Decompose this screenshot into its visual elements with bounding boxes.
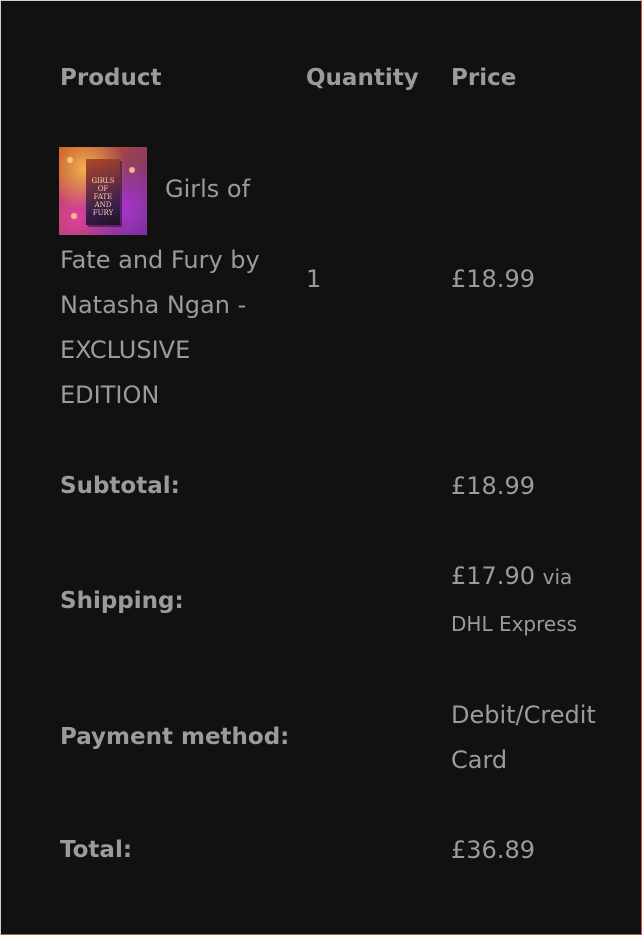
product-name-line: EXCLUSIVE <box>60 336 191 364</box>
product-thumbnail[interactable]: GIRLS OF FATE AND FURY <box>59 147 147 235</box>
shipping-via: via <box>542 565 573 589</box>
sparkle-decoration <box>129 167 135 173</box>
book-cover: GIRLS OF FATE AND FURY <box>86 159 120 225</box>
product-name-continued[interactable]: Fate and Fury by Natasha Ngan - EXCLUSIV… <box>60 238 290 418</box>
subtotal-value: £18.99 <box>451 472 535 500</box>
product-name-line: Fate and Fury by <box>60 246 260 274</box>
subtotal-label: Subtotal: <box>60 473 180 499</box>
order-summary-table: Product Quantity Price GIRLS OF FATE AND… <box>0 0 642 935</box>
total-value: £36.89 <box>451 836 535 864</box>
product-name-line: Natasha Ngan - <box>60 291 247 319</box>
shipping-carrier: DHL Express <box>451 612 578 636</box>
column-header-price: Price <box>451 65 517 91</box>
column-header-quantity: Quantity <box>306 65 419 91</box>
product-price: £18.99 <box>451 265 535 293</box>
sparkle-decoration <box>71 213 77 219</box>
product-quantity: 1 <box>306 265 322 293</box>
shipping-label: Shipping: <box>60 588 184 614</box>
shipping-amount: £17.90 <box>451 562 535 590</box>
book-cover-title: GIRLS OF FATE AND FURY <box>91 177 115 217</box>
product-name-line: EDITION <box>60 381 160 409</box>
column-header-product: Product <box>60 65 162 91</box>
shipping-value: £17.90 via <box>451 558 572 595</box>
payment-method-label: Payment method: <box>60 724 290 750</box>
payment-method-value-line1: Debit/Credit <box>451 701 596 729</box>
payment-method-value-line2: Card <box>451 746 508 774</box>
product-name-link[interactable]: Girls of <box>165 171 250 207</box>
sparkle-decoration <box>67 157 73 163</box>
total-label: Total: <box>60 837 133 863</box>
